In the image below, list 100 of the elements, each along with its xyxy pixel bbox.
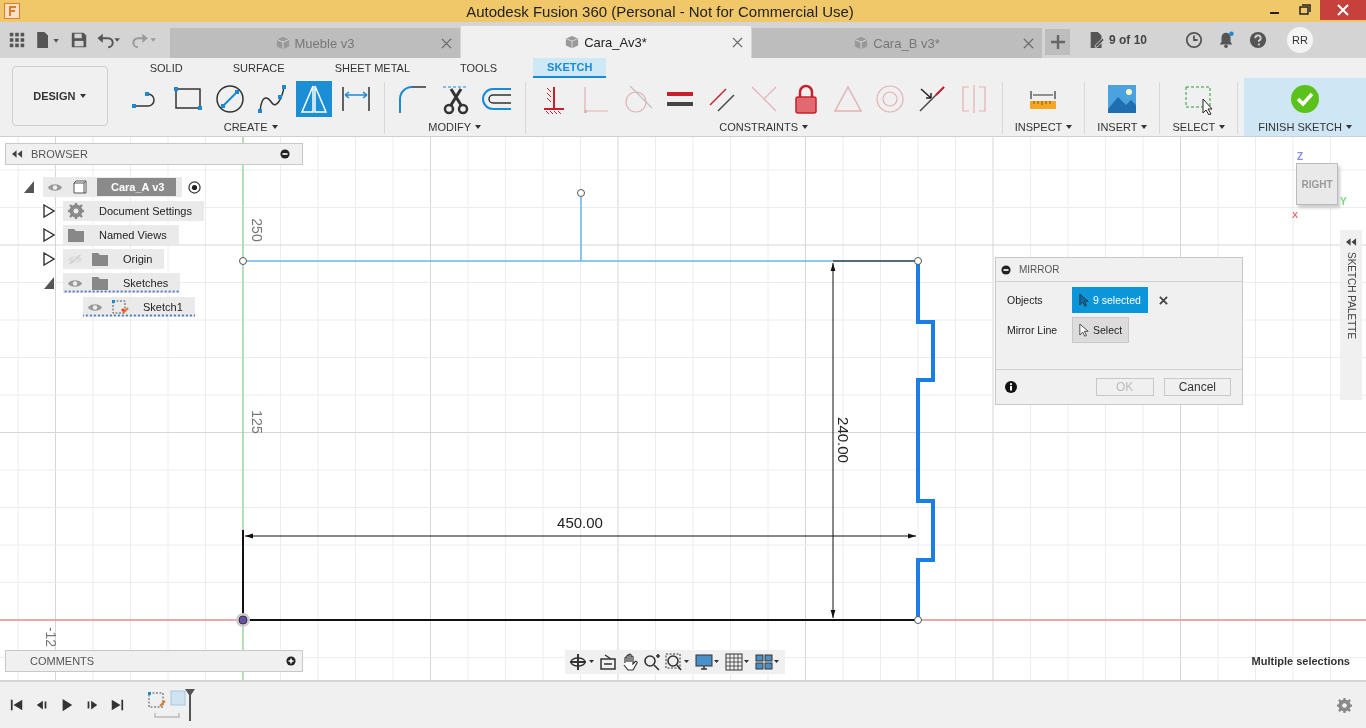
axis-label: 125 — [249, 410, 265, 434]
plus-circle-icon[interactable] — [286, 656, 296, 666]
play-icon[interactable] — [60, 698, 74, 712]
toolbar-tab[interactable]: SURFACE — [218, 58, 299, 78]
hand-icon[interactable] — [621, 653, 639, 671]
browser-item[interactable]: Sketches — [63, 273, 181, 293]
toolbar-tab[interactable]: TOOLS — [446, 58, 512, 78]
caret-icon — [1346, 125, 1352, 129]
tab-label: Cara_Av3* — [584, 34, 647, 50]
axis-label: X — [1292, 211, 1298, 219]
document-tab[interactable]: Cara_Av3* — [461, 26, 751, 58]
caret-icon — [475, 125, 482, 129]
clear-icon[interactable] — [1158, 295, 1168, 305]
mirror-tool-button[interactable] — [295, 81, 332, 117]
sketch-point[interactable] — [577, 189, 585, 197]
browser-header[interactable]: BROWSER — [5, 143, 303, 165]
close-icon[interactable] — [1320, 0, 1366, 20]
selection-button[interactable]: Select — [1072, 317, 1130, 343]
clock-icon[interactable] — [1185, 31, 1203, 49]
close-icon[interactable] — [1023, 37, 1034, 49]
sketch-point[interactable] — [239, 257, 247, 265]
group-menu-button[interactable]: FINISH SKETCH — [1256, 117, 1354, 136]
browser-item[interactable]: Origin — [63, 249, 165, 269]
save-icon[interactable] — [70, 31, 88, 49]
dimension-value[interactable]: 240.00 — [835, 417, 852, 463]
step-back-icon[interactable] — [35, 698, 49, 712]
circle-icon — [213, 83, 246, 115]
cube-icon — [275, 36, 290, 50]
dimension-value[interactable]: 450.00 — [557, 514, 603, 531]
folder-icon — [91, 251, 109, 267]
info-icon[interactable] — [1005, 381, 1017, 393]
display-icon[interactable] — [695, 653, 721, 671]
close-icon[interactable] — [732, 36, 743, 48]
zoom-window-icon[interactable] — [665, 653, 691, 671]
browser-item[interactable]: Document Settings — [63, 201, 204, 221]
help-icon[interactable] — [1249, 31, 1267, 49]
spline-icon — [255, 83, 288, 115]
user-avatar[interactable]: RR — [1287, 27, 1313, 53]
dimension-line[interactable] — [830, 262, 836, 619]
cursor-icon — [1079, 293, 1089, 307]
apps-grid-icon[interactable] — [8, 31, 26, 49]
group-menu-button[interactable]: CREATE — [221, 117, 280, 136]
expand-toggle-icon[interactable] — [23, 180, 35, 194]
close-icon[interactable] — [441, 37, 452, 49]
new-tab-button[interactable] — [1045, 29, 1070, 55]
sketch-icon — [111, 299, 129, 315]
item-label: Document Settings — [98, 205, 193, 217]
sketch-palette-tab[interactable]: SKETCH PALETTE — [1340, 230, 1362, 400]
look-at-icon[interactable] — [599, 653, 617, 671]
radio-target-icon[interactable] — [188, 180, 202, 194]
comments-panel[interactable]: COMMENTS — [5, 650, 303, 672]
collapse-icon[interactable] — [12, 150, 23, 158]
origin-point[interactable] — [236, 613, 250, 627]
browser-item[interactable]: Sketch1 — [83, 297, 195, 317]
job-status-count[interactable]: 9 of 10 — [1109, 33, 1147, 47]
zoom-icon[interactable] — [643, 653, 661, 671]
viewports-icon[interactable] — [755, 653, 781, 671]
field-label: Objects — [1007, 294, 1044, 306]
minus-circle-icon[interactable] — [280, 149, 290, 159]
caret-icon — [80, 94, 87, 98]
group-menu-button[interactable]: SELECT — [1170, 117, 1228, 136]
group-menu-button[interactable]: MODIFY — [426, 117, 484, 136]
dialog-title: MIRROR — [1019, 264, 1060, 275]
panel-title: SKETCH PALETTE — [1345, 252, 1357, 340]
caret-icon — [271, 125, 278, 129]
sketch-point[interactable] — [914, 257, 922, 265]
skip-start-icon[interactable] — [10, 698, 24, 712]
fillet-icon — [396, 83, 429, 115]
expand-toggle-icon[interactable] — [43, 228, 55, 242]
dimension-line[interactable] — [242, 531, 917, 541]
expand-toggle-icon[interactable] — [43, 276, 55, 290]
expand-icon[interactable] — [1345, 238, 1357, 246]
group-menu-button[interactable]: INSPECT — [1012, 117, 1075, 136]
group-menu-button[interactable]: INSERT — [1095, 117, 1150, 136]
finish-check-icon — [1289, 83, 1322, 115]
toolbar-tab[interactable]: SHEET METAL — [320, 58, 424, 78]
grid-icon[interactable] — [725, 653, 751, 671]
orbit-icon[interactable] — [569, 653, 595, 671]
skip-end-icon[interactable] — [110, 698, 124, 712]
job-status-icon[interactable] — [1088, 31, 1106, 49]
expand-toggle-icon[interactable] — [43, 204, 55, 218]
folder-icon — [91, 275, 109, 291]
cube-icon — [854, 36, 869, 50]
item-label: Cara_A v3 — [97, 178, 177, 196]
item-label: Sketches — [122, 277, 170, 289]
toolbar-tab[interactable]: SOLID — [135, 58, 197, 78]
step-forward-icon[interactable] — [85, 698, 99, 712]
window-title: Autodesk Fusion 360 (Personal - Not for Commercial Use) — [465, 2, 855, 20]
cancel-button[interactable]: Cancel — [1163, 378, 1231, 396]
browser-item[interactable]: Named Views — [63, 225, 179, 245]
gear-icon — [67, 203, 85, 219]
bell-icon[interactable] — [1217, 31, 1235, 49]
settings-icon[interactable] — [1337, 697, 1352, 713]
axis-label: Y — [1340, 196, 1347, 207]
image-icon — [1106, 83, 1139, 115]
group-menu-button[interactable]: CONSTRAINTS — [717, 117, 811, 136]
expand-toggle-icon[interactable] — [43, 252, 55, 266]
minus-circle-icon[interactable] — [1001, 264, 1011, 275]
sketch-point[interactable] — [914, 616, 922, 624]
workspace-menu-button[interactable]: DESIGN — [12, 66, 108, 126]
